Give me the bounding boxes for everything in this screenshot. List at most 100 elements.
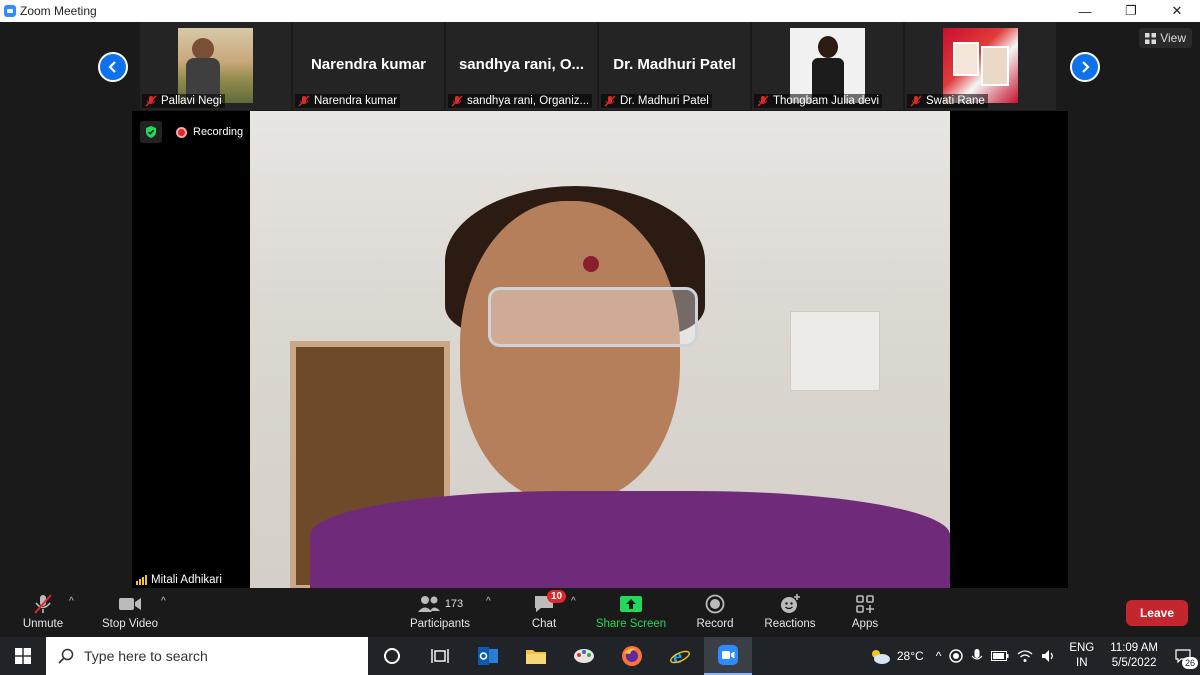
task-view-icon <box>431 649 449 663</box>
unmute-button[interactable]: Unmute <box>20 592 66 634</box>
participant-name-caption: Narendra kumar <box>295 94 401 108</box>
participant-tile[interactable]: Narendra kumar Narendra kumar <box>293 22 444 110</box>
participant-display-name: Narendra kumar <box>310 56 427 73</box>
folder-icon <box>526 650 546 664</box>
temperature-readout[interactable]: 28°C <box>897 649 924 663</box>
participant-tile[interactable]: Dr. Madhuri Patel Dr. Madhuri Patel <box>599 22 750 110</box>
participant-tile[interactable]: Pallavi Negi <box>140 22 291 110</box>
participant-name-caption: Swati Rane <box>907 94 988 108</box>
meeting-stage: View Pallavi Negi Narendra kumar Narendr… <box>0 22 1200 588</box>
zoom-app-icon <box>4 5 16 17</box>
meeting-status-badges: Recording <box>140 121 243 143</box>
speaker-glasses <box>488 287 698 347</box>
participant-photo <box>790 28 865 103</box>
next-page-button[interactable] <box>1070 52 1100 82</box>
start-button[interactable] <box>0 637 46 675</box>
window-controls: — ❐ ✕ <box>1062 0 1200 22</box>
recording-label: Recording <box>193 126 244 138</box>
active-speaker-caption: Mitali Adhikari <box>132 572 226 588</box>
zoom-icon <box>718 645 738 665</box>
video-camera-icon <box>119 598 141 610</box>
participant-tile[interactable]: Thongbam Julia devi <box>752 22 903 110</box>
clock-time: 11:09 AM <box>1110 642 1158 654</box>
wifi-icon[interactable] <box>1017 649 1033 663</box>
previous-page-button[interactable] <box>98 52 128 82</box>
record-icon <box>705 594 725 614</box>
task-view-button[interactable] <box>416 637 464 675</box>
mic-off-icon <box>451 95 463 107</box>
show-hidden-icons-chevron-icon[interactable]: ^ <box>936 649 942 663</box>
speaker-bindi <box>583 256 599 272</box>
video-options-caret-icon[interactable]: ^ <box>161 596 166 607</box>
mic-off-icon <box>298 95 310 107</box>
view-button[interactable]: View <box>1139 28 1192 48</box>
participant-display-name: sandhya rani, O... <box>458 56 585 73</box>
reactions-button[interactable]: Reactions <box>762 592 818 634</box>
firefox-taskbar-button[interactable] <box>608 637 656 675</box>
battery-icon[interactable] <box>991 651 1009 661</box>
system-tray: 28°C ^ ENG IN 11:09 AM 5/5/2022 26 <box>869 637 1200 675</box>
outlook-icon <box>478 647 498 665</box>
active-speaker-panel: Recording Mitali Adhikari <box>132 111 1068 588</box>
input-language-indicator[interactable]: ENG IN <box>1069 641 1094 671</box>
close-button[interactable]: ✕ <box>1154 0 1200 22</box>
speaker-volume-icon[interactable] <box>1041 649 1057 663</box>
weather-icon[interactable] <box>869 647 891 665</box>
firefox-icon <box>622 646 642 666</box>
participant-tile[interactable]: Swati Rane <box>905 22 1056 110</box>
outlook-taskbar-button[interactable] <box>464 637 512 675</box>
audio-options-caret-icon[interactable]: ^ <box>69 596 74 607</box>
microphone-tray-icon[interactable] <box>971 648 983 664</box>
participant-photo <box>943 28 1018 103</box>
participant-name-caption: sandhya rani, Organiz... <box>448 94 593 108</box>
apps-button[interactable]: Apps <box>850 592 880 634</box>
taskbar-search-box[interactable]: Type here to search <box>46 637 368 675</box>
grid-view-icon <box>1145 32 1157 44</box>
cortana-button[interactable] <box>368 637 416 675</box>
notification-count-badge: 26 <box>1181 657 1198 669</box>
windows-logo-icon <box>15 648 31 664</box>
speaker-saree <box>310 491 950 588</box>
minimize-button[interactable]: — <box>1062 0 1108 22</box>
record-tray-icon[interactable] <box>949 649 964 663</box>
windows-taskbar: Type here to search e 28°C ^ ENG IN 11:0… <box>0 637 1200 675</box>
chat-button[interactable]: 10 Chat <box>528 590 567 634</box>
participant-name-caption: Dr. Madhuri Patel <box>601 94 712 108</box>
window-title: Zoom Meeting <box>20 4 97 18</box>
participant-name-caption: Thongbam Julia devi <box>754 94 883 108</box>
participants-count: 173 <box>444 598 464 610</box>
mic-muted-icon <box>34 594 52 614</box>
participants-button[interactable]: 173 Participants <box>408 592 472 634</box>
participant-photo <box>178 28 253 103</box>
participants-icon <box>417 596 440 612</box>
share-screen-icon <box>620 596 642 612</box>
zoom-taskbar-button[interactable] <box>704 637 752 675</box>
speaker-video <box>250 111 950 588</box>
record-button[interactable]: Record <box>694 592 736 634</box>
paint-palette-icon <box>574 649 594 663</box>
action-center-button[interactable]: 26 <box>1166 637 1200 675</box>
recording-dot-icon <box>176 126 187 138</box>
encryption-shield-icon[interactable] <box>140 121 162 143</box>
chevron-right-icon <box>1082 61 1090 73</box>
internet-explorer-taskbar-button[interactable]: e <box>656 637 704 675</box>
file-explorer-taskbar-button[interactable] <box>512 637 560 675</box>
stop-video-button[interactable]: Stop Video <box>100 592 160 634</box>
participants-options-caret-icon[interactable]: ^ <box>486 596 491 607</box>
taskbar-clock[interactable]: 11:09 AM 5/5/2022 <box>1110 641 1158 671</box>
participant-tile[interactable]: sandhya rani, O... sandhya rani, Organiz… <box>446 22 597 110</box>
share-screen-button[interactable]: Share Screen <box>596 592 666 634</box>
speaker-face <box>460 201 680 501</box>
paint-taskbar-button[interactable] <box>560 637 608 675</box>
mic-off-icon <box>910 95 922 107</box>
participant-name-caption: Pallavi Negi <box>142 94 225 108</box>
apps-icon <box>856 595 874 613</box>
cortana-icon <box>384 648 400 664</box>
chat-unread-badge: 10 <box>547 590 567 603</box>
restore-button[interactable]: ❐ <box>1108 0 1154 22</box>
chat-options-caret-icon[interactable]: ^ <box>571 596 576 607</box>
audio-level-icon <box>136 575 147 585</box>
mic-off-icon <box>604 95 616 107</box>
recording-indicator[interactable]: Recording <box>176 126 243 138</box>
leave-button[interactable]: Leave <box>1125 600 1188 626</box>
